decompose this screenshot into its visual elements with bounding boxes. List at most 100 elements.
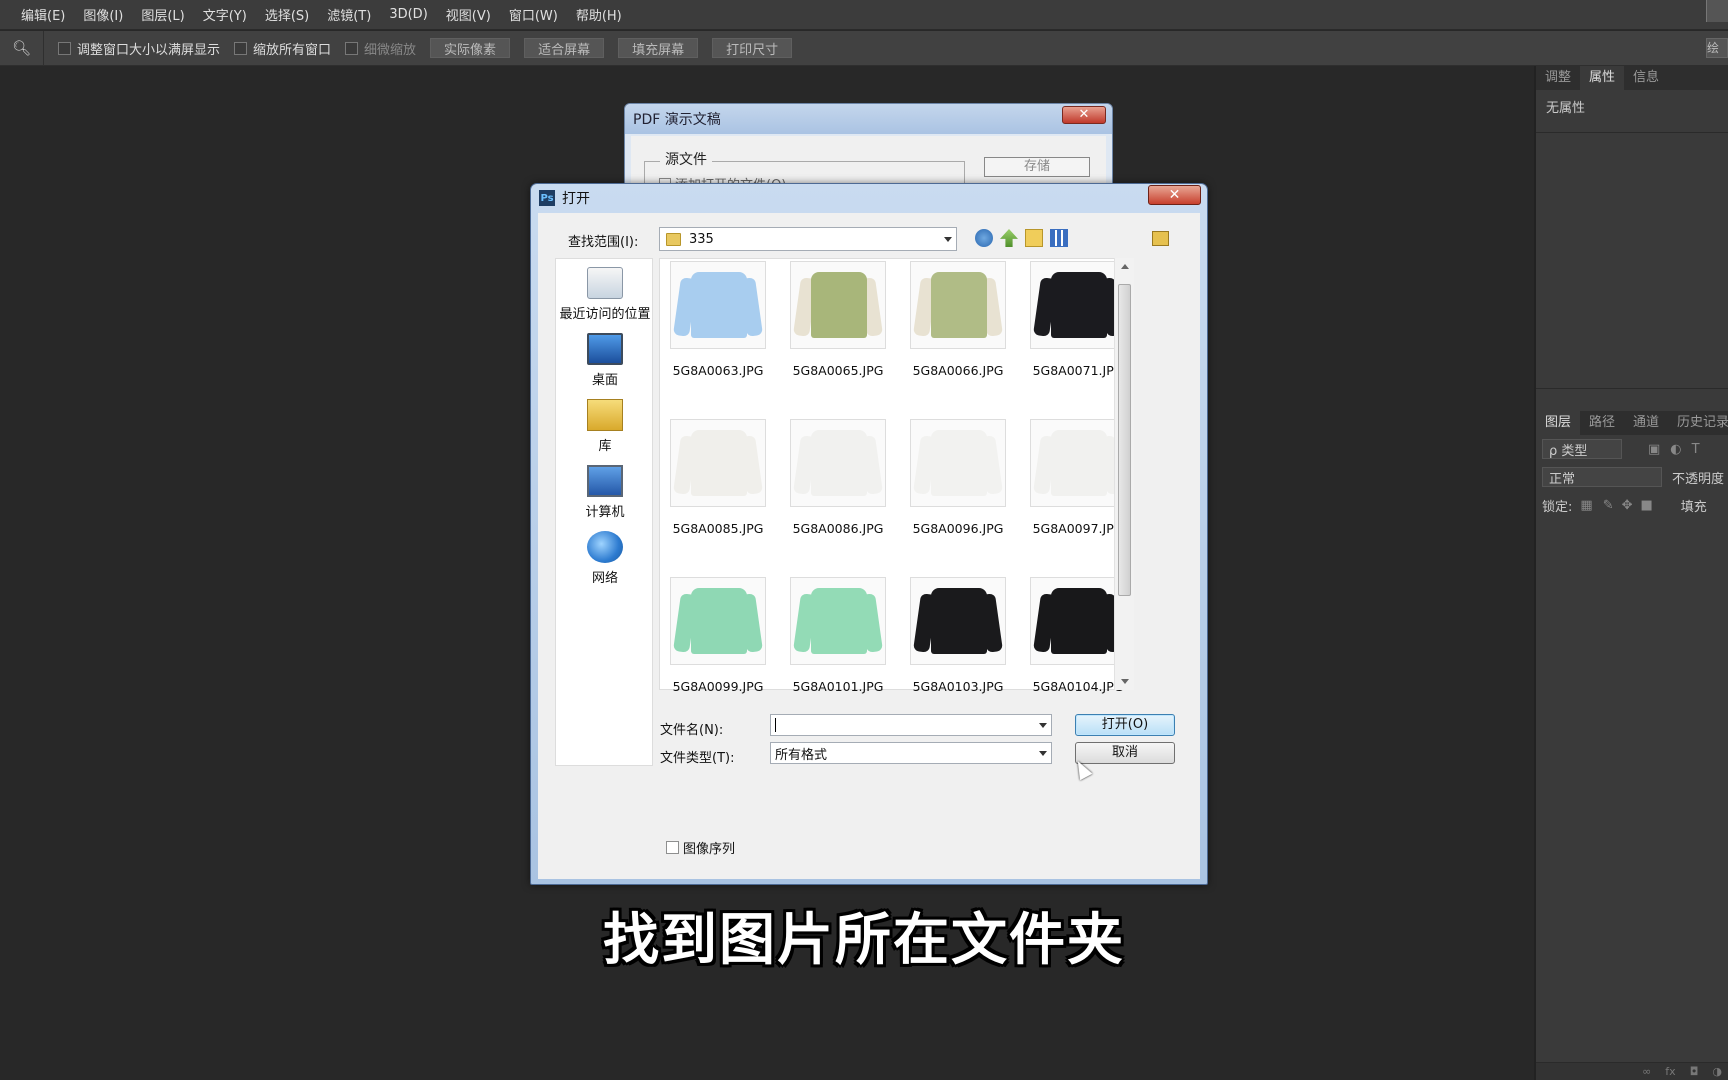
place-network[interactable]: 网络 (556, 531, 654, 586)
thumbnail-image (910, 577, 1006, 665)
adjustment-icon[interactable]: ◑ (1712, 1065, 1722, 1078)
fx-icon[interactable]: fx (1665, 1065, 1675, 1078)
lock-all-icon[interactable]: ■ (1641, 498, 1653, 513)
view-menu-icon[interactable] (1050, 229, 1068, 247)
zoom-all-windows-checkbox[interactable]: 缩放所有窗口 (234, 39, 331, 58)
no-properties-text: 无属性 (1546, 101, 1586, 116)
place-desktop[interactable]: 桌面 (556, 333, 654, 388)
filename-input[interactable] (770, 714, 1052, 736)
properties-panel-tabs: 调整 属性 信息 (1536, 66, 1728, 90)
tab-history[interactable]: 历史记录 (1668, 411, 1728, 435)
menu-layer[interactable]: 图层(L) (132, 5, 193, 24)
file-thumbnail[interactable]: 5G8A0104.JPG (1030, 577, 1126, 694)
file-thumbnail[interactable]: 5G8A0097.JPG (1030, 419, 1126, 536)
garment-body (691, 588, 747, 654)
scroll-up-icon[interactable] (1121, 264, 1129, 269)
lock-move-icon[interactable]: ✥ (1622, 498, 1633, 513)
open-dialog-titlebar: Ps 打开 (531, 184, 1207, 212)
pdf-dialog-titlebar: PDF 演示文稿 (625, 104, 1112, 134)
open-button[interactable]: 打开(O) (1075, 714, 1175, 736)
workspace-button[interactable]: 绘 (1706, 38, 1728, 58)
file-thumbnail[interactable]: 5G8A0096.JPG (910, 419, 1006, 536)
window-minimize-button[interactable] (1706, 0, 1728, 22)
filter-image-icon[interactable]: ▣ (1648, 442, 1660, 457)
look-in-dropdown[interactable]: 335 (659, 227, 957, 251)
thumbnail-image (670, 577, 766, 665)
open-dialog-close-button[interactable]: ✕ (1148, 185, 1201, 205)
pdf-dialog-title: PDF 演示文稿 (633, 112, 721, 128)
filter-type-icon[interactable]: T (1692, 442, 1700, 457)
folder-icon (666, 232, 681, 246)
scrollbar-thumb[interactable] (1118, 284, 1131, 596)
resize-windows-checkbox[interactable]: 调整窗口大小以满屏显示 (58, 39, 220, 58)
opacity-label: 不透明度 (1671, 471, 1724, 487)
blend-mode-select[interactable]: 正常 (1542, 467, 1662, 487)
layers-panel-tabs: 图层 路径 通道 历史记录 (1536, 411, 1728, 435)
thumbnail-image (910, 261, 1006, 349)
thumbnail-image (1030, 577, 1126, 665)
file-thumbnail[interactable]: 5G8A0086.JPG (790, 419, 886, 536)
menu-filter[interactable]: 滤镜(T) (318, 5, 380, 24)
up-folder-icon[interactable] (1000, 229, 1018, 247)
menu-window[interactable]: 窗口(W) (500, 5, 567, 24)
print-size-button[interactable]: 打印尺寸 (712, 38, 793, 58)
file-thumbnail[interactable]: 5G8A0066.JPG (910, 261, 1006, 378)
garment-body (691, 430, 747, 496)
checkbox-box[interactable] (666, 841, 679, 854)
file-thumbnail[interactable]: 5G8A0071.JPG (1030, 261, 1126, 378)
file-thumbnail[interactable]: 5G8A0101.JPG (790, 577, 886, 694)
chevron-down-icon (1039, 723, 1047, 728)
back-icon[interactable] (975, 229, 993, 247)
image-sequence-checkbox[interactable]: 图像序列 (666, 838, 735, 857)
scrubby-zoom-checkbox[interactable]: 细微缩放 (345, 39, 416, 58)
scroll-down-icon[interactable] (1121, 679, 1129, 684)
tab-info[interactable]: 信息 (1624, 66, 1668, 90)
menu-type[interactable]: 文字(Y) (194, 5, 256, 24)
file-thumbnail[interactable]: 5G8A0085.JPG (670, 419, 766, 536)
checkbox-box[interactable] (234, 41, 248, 55)
layer-filter-select[interactable]: ρ 类型 (1542, 439, 1622, 459)
favorites-folder-icon[interactable] (1152, 231, 1169, 246)
fit-screen-button[interactable]: 适合屏幕 (524, 38, 605, 58)
file-name: 5G8A0096.JPG (912, 521, 1004, 536)
cancel-button[interactable]: 取消 (1075, 742, 1175, 764)
layers-panel: 图层 路径 通道 历史记录 ρ 类型 ▣ ◐ T 正常 不透明度 锁定: ▦ ✎… (1536, 411, 1728, 519)
file-list-scrollbar[interactable] (1114, 258, 1134, 690)
link-icon[interactable]: ∞ (1642, 1065, 1651, 1078)
place-libraries[interactable]: 库 (556, 399, 654, 454)
tab-properties[interactable]: 属性 (1580, 66, 1625, 90)
place-recent[interactable]: 最近访问的位置 (556, 267, 654, 322)
menu-edit[interactable]: 编辑(E) (0, 5, 74, 24)
filter-adjust-icon[interactable]: ◐ (1670, 442, 1681, 457)
tab-layers[interactable]: 图层 (1536, 411, 1581, 435)
zoom-tool-preset[interactable]: 🔍︎ (0, 30, 44, 66)
tab-paths[interactable]: 路径 (1580, 411, 1624, 435)
checkbox-box[interactable] (58, 41, 71, 55)
new-folder-icon[interactable] (1025, 229, 1043, 247)
checkbox-box[interactable] (345, 41, 359, 55)
file-thumbnail[interactable]: 5G8A0103.JPG (910, 577, 1006, 694)
menu-3d[interactable]: 3D(D) (380, 7, 436, 22)
file-thumbnail[interactable]: 5G8A0063.JPG (670, 261, 766, 378)
menu-image[interactable]: 图像(I) (74, 5, 132, 24)
tab-channels[interactable]: 通道 (1624, 411, 1668, 435)
file-name: 5G8A0099.JPG (672, 679, 764, 694)
garment-body (811, 430, 867, 496)
pdf-dialog-close-button[interactable]: ✕ (1062, 106, 1106, 124)
lock-pixels-icon[interactable]: ▦ (1580, 498, 1592, 513)
save-button[interactable]: 存储 (984, 157, 1090, 177)
fill-screen-button[interactable]: 填充屏幕 (618, 38, 699, 58)
menu-help[interactable]: 帮助(H) (567, 5, 631, 24)
file-thumbnail[interactable]: 5G8A0065.JPG (790, 261, 886, 378)
menu-select[interactable]: 选择(S) (256, 5, 318, 24)
file-thumbnail[interactable]: 5G8A0099.JPG (670, 577, 766, 694)
thumbnail-image (910, 419, 1006, 507)
actual-pixels-button[interactable]: 实际像素 (430, 38, 511, 58)
tab-adjustments[interactable]: 调整 (1536, 66, 1580, 90)
menu-view[interactable]: 视图(V) (437, 5, 500, 24)
place-computer[interactable]: 计算机 (556, 465, 654, 520)
lock-paint-icon[interactable]: ✎ (1603, 498, 1614, 513)
mask-icon[interactable]: ◘ (1690, 1065, 1699, 1078)
file-list[interactable]: 5G8A0063.JPG 5G8A0065.JPG 5G8A0066.JPG 5G8A… (659, 258, 1134, 694)
filetype-select[interactable]: 所有格式 (770, 742, 1052, 764)
